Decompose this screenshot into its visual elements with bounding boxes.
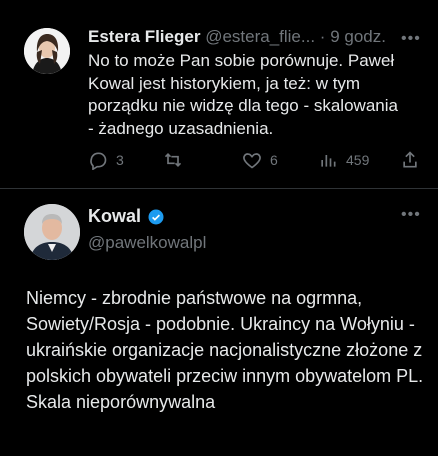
views-button[interactable]: 459: [318, 150, 369, 170]
like-icon: [243, 153, 261, 169]
more-icon[interactable]: •••: [401, 206, 421, 224]
reply-actions: 3 6 459: [88, 150, 423, 172]
reply-author-handle[interactable]: @estera_flie...: [205, 27, 315, 46]
share-icon: [403, 151, 417, 168]
reply-count: 3: [116, 152, 124, 168]
reply-text: No to może Pan sobie porównuje. Paweł Ko…: [88, 51, 398, 138]
reply-separator: ·: [319, 27, 326, 46]
views-count: 459: [346, 152, 370, 168]
main-author-handle[interactable]: @pawelkowalpl: [88, 233, 206, 253]
avatar-estera[interactable]: [24, 28, 70, 74]
like-count: 6: [270, 152, 278, 168]
avatar-kowal-image: [24, 204, 80, 260]
share-button[interactable]: [400, 150, 420, 170]
reply-author-name[interactable]: Estera Flieger: [88, 27, 200, 46]
reply-button[interactable]: 3: [88, 150, 124, 170]
reply-icon: [90, 152, 107, 170]
main-tweet-header: Kowal @pawelkowalpl: [88, 206, 206, 253]
main-tweet-text: Niemcy - zbrodnie państwowe na ogrmna, S…: [26, 288, 424, 412]
reply-tweet[interactable]: Estera Flieger @estera_flie... · 9 godz.…: [0, 0, 438, 190]
divider: [0, 188, 438, 189]
retweet-icon: [164, 152, 182, 168]
reply-time[interactable]: 9 godz.: [330, 27, 386, 46]
verified-badge-icon: [148, 209, 164, 224]
avatar-estera-image: [24, 28, 70, 74]
more-icon[interactable]: •••: [401, 30, 421, 48]
retweet-button[interactable]: [163, 150, 191, 170]
avatar-kowal[interactable]: [24, 204, 80, 260]
views-icon: [321, 155, 336, 167]
main-author-name[interactable]: Kowal: [88, 206, 141, 227]
reply-header: Estera Flieger @estera_flie... · 9 godz.: [88, 27, 386, 47]
like-button[interactable]: 6: [242, 150, 278, 170]
